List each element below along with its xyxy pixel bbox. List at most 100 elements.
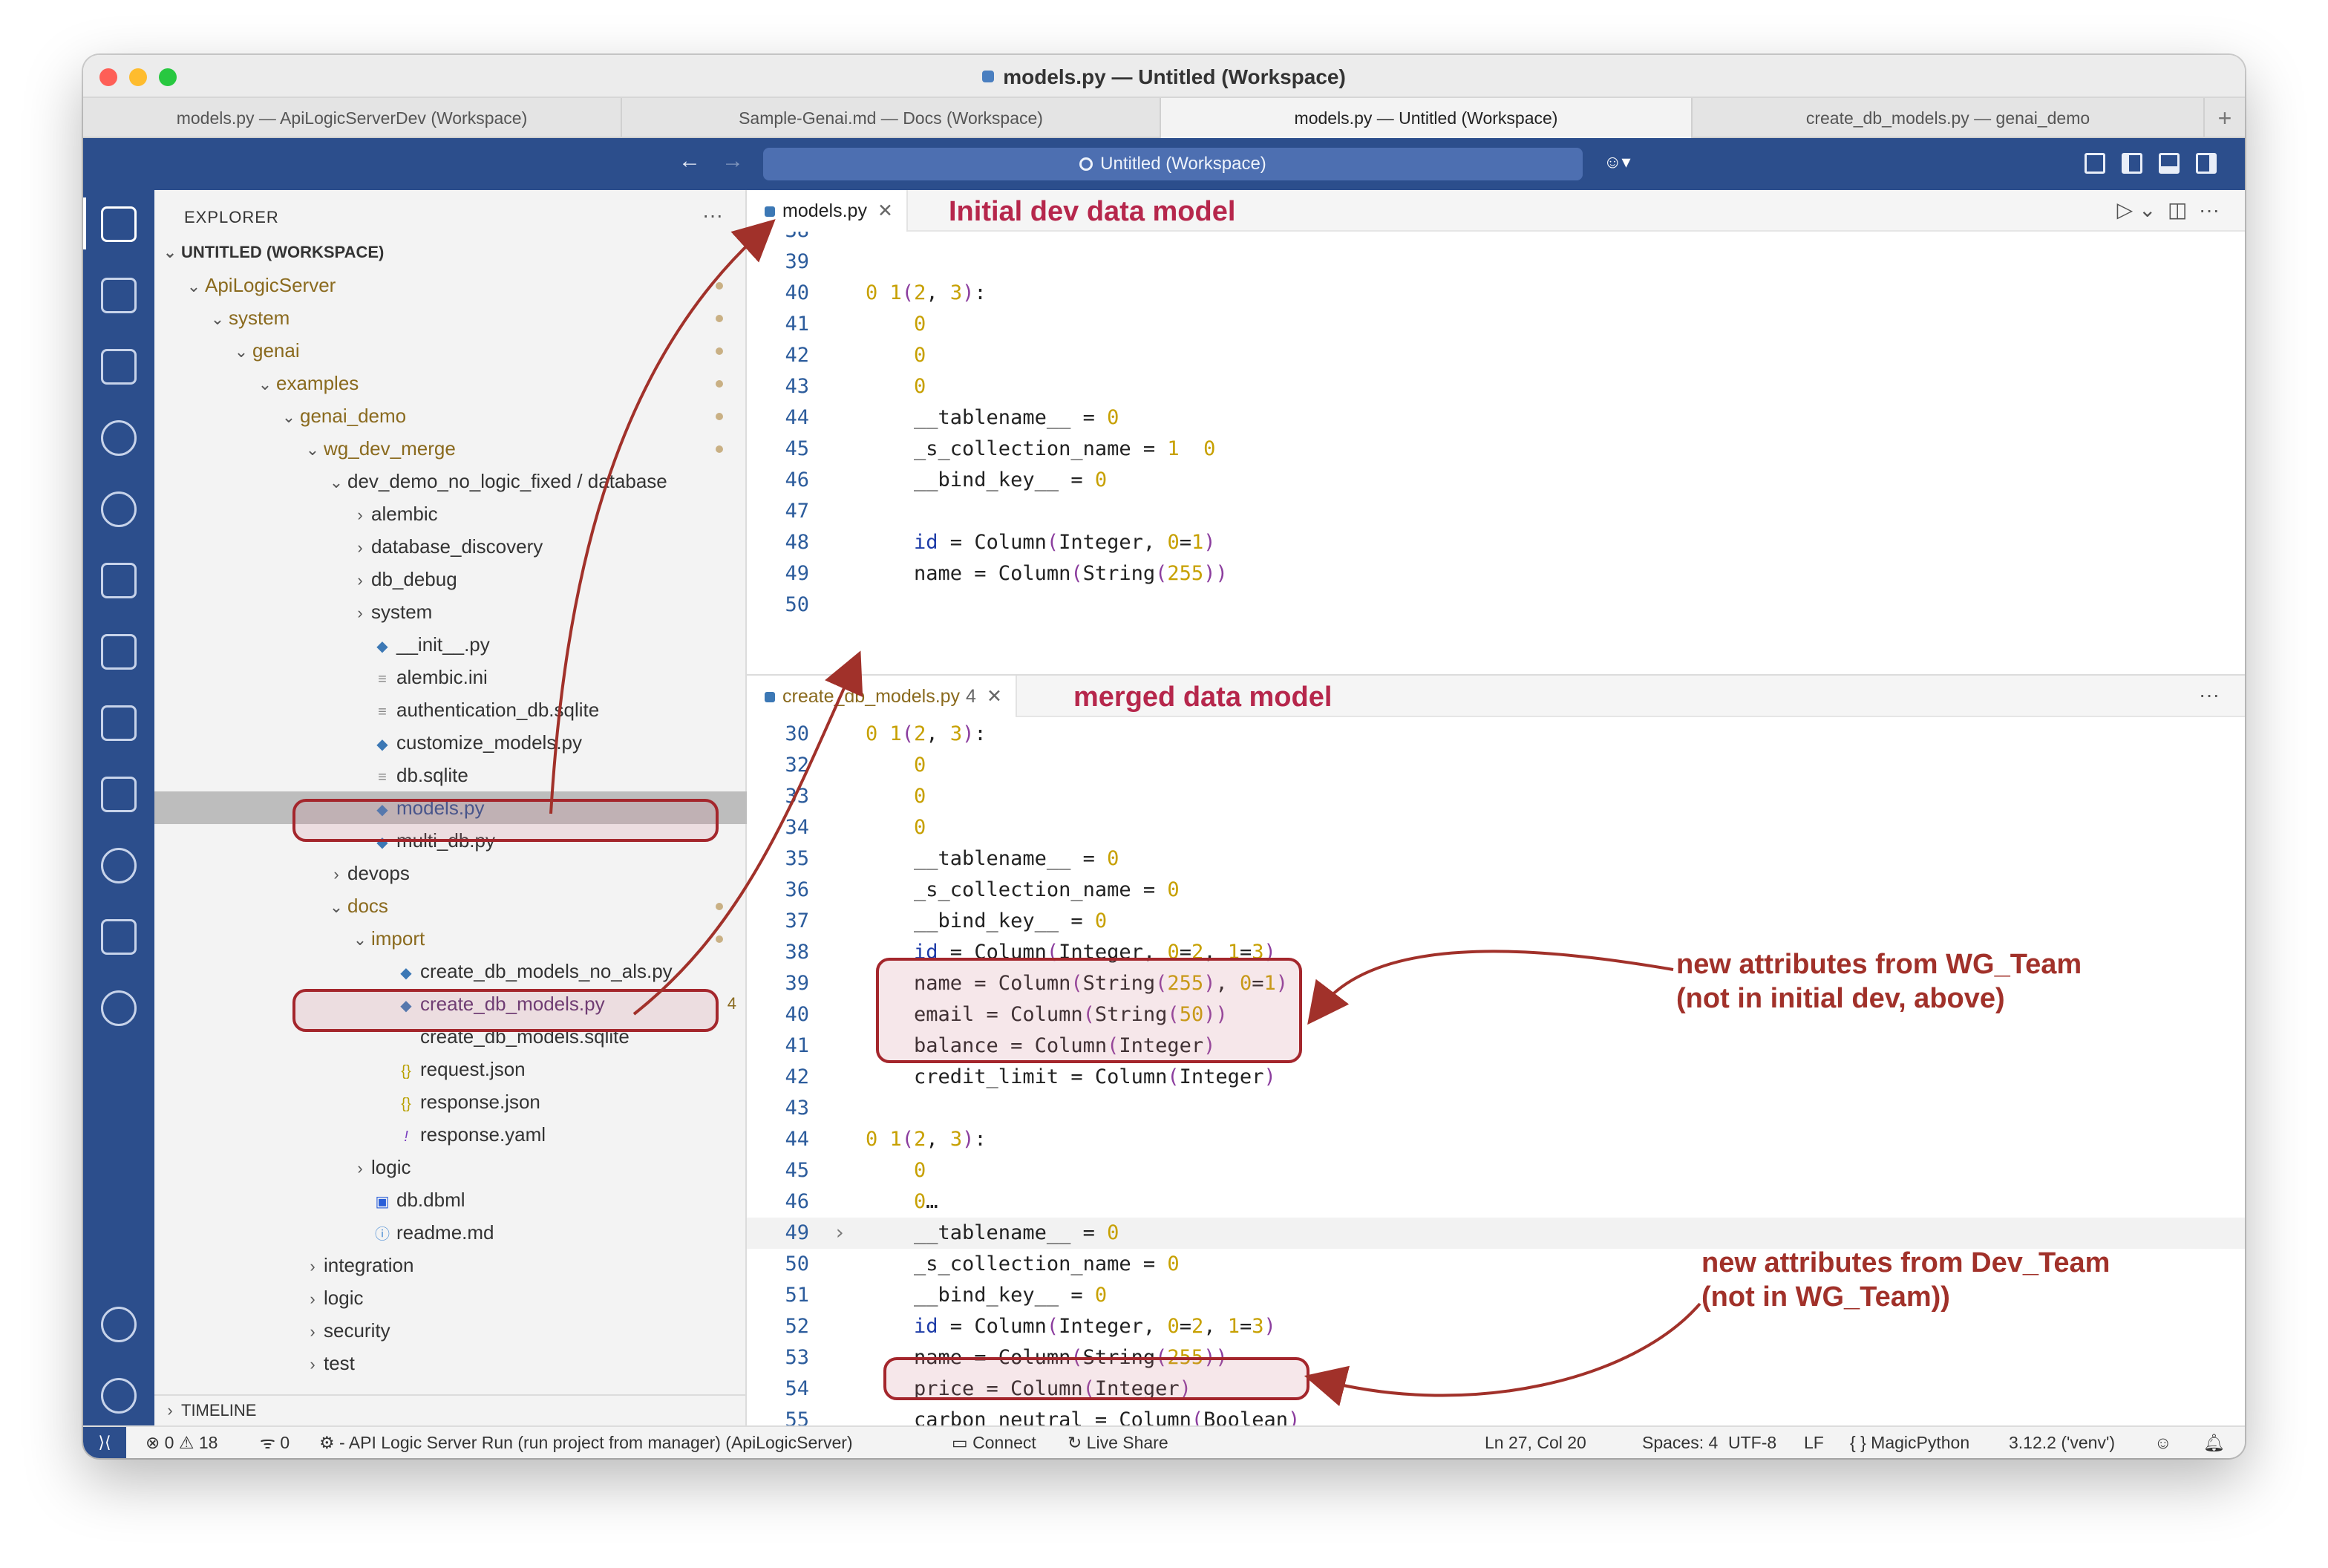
tree-file-item[interactable]: ◆ create_db_models_no_als.py — [154, 955, 747, 987]
chevron-right-icon[interactable]: › — [301, 1250, 324, 1283]
customize-layout-icon[interactable] — [2085, 153, 2105, 174]
code-line[interactable]: 48 id = Column(Integer, 0=1) — [747, 527, 2245, 558]
tree-file-item[interactable]: ◆ __init__.py — [154, 628, 747, 661]
tree-file-item[interactable]: ! response.yaml — [154, 1118, 747, 1151]
tree-folder-item[interactable]: ⌄ examples — [154, 367, 747, 399]
tree-folder-item[interactable]: ⌄ ApiLogicServer — [154, 269, 747, 301]
chevron-right-icon[interactable]: › — [325, 858, 347, 891]
tree-folder-item[interactable]: › system — [154, 595, 747, 628]
tree-folder-item[interactable]: › logic — [154, 1151, 747, 1183]
chevron-right-icon[interactable]: › — [301, 1283, 324, 1316]
tree-folder-item[interactable]: ⌄ genai_demo — [154, 399, 747, 432]
docker-icon[interactable] — [101, 777, 137, 812]
tree-folder-item[interactable]: ⌄ docs — [154, 889, 747, 922]
database-icon[interactable] — [101, 848, 137, 883]
fold-chevron-icon[interactable]: › — [814, 1218, 866, 1249]
tree-file-item[interactable]: ≡ alembic.ini — [154, 661, 747, 693]
copilot-status-icon[interactable]: ☺ — [2154, 1427, 2171, 1458]
github-icon[interactable] — [101, 990, 137, 1026]
manage-gear-icon[interactable] — [101, 1378, 137, 1414]
indentation[interactable]: Spaces: 4 — [1642, 1427, 1718, 1458]
timeline-section[interactable]: › TIMELINE — [154, 1394, 747, 1425]
code-line[interactable]: 45 _s_collection_name = 1 0 — [747, 434, 2245, 465]
tree-folder-item[interactable]: › security — [154, 1314, 747, 1347]
workspace-root[interactable]: ⌄ UNTITLED (WORKSPACE) — [154, 236, 747, 269]
live-share-button[interactable]: ↻ Live Share — [1067, 1427, 1168, 1458]
chevron-down-icon[interactable]: ⌄ — [325, 466, 347, 499]
tree-file-item[interactable]: ≡ authentication_db.sqlite — [154, 693, 747, 726]
chevron-right-icon[interactable]: › — [349, 499, 371, 532]
chevron-right-icon[interactable]: › — [349, 564, 371, 597]
code-line[interactable]: 44 __tablename__ = 0 — [747, 402, 2245, 434]
tree-folder-item[interactable]: › logic — [154, 1281, 747, 1314]
run-debug-icon[interactable] — [101, 278, 137, 313]
problems-indicator[interactable]: ⊗ 0 ⚠ 18 — [146, 1427, 218, 1458]
notifications-bell-icon[interactable]: 🔔︎ — [2203, 1427, 2225, 1458]
tree-folder-item[interactable]: ⌄ system — [154, 301, 747, 334]
tree-folder-item[interactable]: ⌄ import — [154, 922, 747, 955]
tree-file-item[interactable]: {} request.json — [154, 1053, 747, 1085]
chevron-right-icon[interactable]: › — [301, 1348, 324, 1381]
run-config[interactable]: ⚙ - API Logic Server Run (run project fr… — [319, 1427, 853, 1458]
code-line[interactable]: 49 name = Column(String(255)) — [747, 558, 2245, 589]
remote-indicator-icon[interactable]: ⟩⟨ — [83, 1427, 126, 1458]
forward-arrow-icon[interactable]: → — [722, 148, 744, 174]
new-tab-button[interactable]: + — [2205, 98, 2245, 137]
copilot-icon[interactable]: ☺▾ — [1603, 151, 1638, 175]
code-line[interactable]: 46 0… — [747, 1186, 2245, 1218]
code-line[interactable]: 55 carbon_neutral = Column(Boolean) — [747, 1405, 2245, 1425]
tree-file-item[interactable]: ◆ customize_models.py — [154, 726, 747, 759]
tree-file-item[interactable]: ⓘ readme.md — [154, 1216, 747, 1249]
close-tab-icon[interactable]: ✕ — [987, 686, 1002, 707]
code-line[interactable]: 44 0 1(2, 3): — [747, 1124, 2245, 1155]
tree-folder-item[interactable]: ⌄ dev_demo_no_logic_fixed / database — [154, 465, 747, 497]
tree-folder-item[interactable]: › database_discovery — [154, 530, 747, 563]
code-line[interactable]: 42 credit_limit = Column(Integer) — [747, 1062, 2245, 1093]
tree-folder-item[interactable]: › integration — [154, 1249, 747, 1281]
code-line[interactable]: 32 0 — [747, 750, 2245, 781]
remote-explorer-icon[interactable] — [101, 634, 137, 670]
code-line[interactable]: 34 0 — [747, 812, 2245, 843]
chevron-right-icon[interactable]: › — [349, 532, 371, 564]
connect-button[interactable]: ▭ Connect — [952, 1427, 1036, 1458]
extensions-icon[interactable] — [101, 563, 137, 598]
tree-folder-item[interactable]: ⌄ wg_dev_merge — [154, 432, 747, 465]
line-ending[interactable]: LF — [1804, 1427, 1824, 1458]
chevron-down-icon[interactable]: ⌄ — [325, 891, 347, 924]
search-icon[interactable] — [101, 491, 137, 527]
chevron-down-icon[interactable]: ⌄ — [278, 401, 300, 434]
window-tab[interactable]: Sample-Genai.md — Docs (Workspace) — [622, 98, 1161, 138]
tree-folder-item[interactable]: › db_debug — [154, 563, 747, 595]
code-line[interactable]: 41 0 — [747, 309, 2245, 340]
code-line[interactable]: 43 0 — [747, 371, 2245, 402]
code-line[interactable]: 30 0 1(2, 3): — [747, 719, 2245, 750]
code-line[interactable]: 39 — [747, 246, 2245, 278]
chevron-down-icon[interactable]: ⌄ — [183, 270, 205, 303]
tree-folder-item[interactable]: › devops — [154, 857, 747, 889]
window-tab-active[interactable]: models.py — Untitled (Workspace) — [1161, 98, 1693, 138]
code-view-top[interactable]: 3839400 1(2, 3):41 042 043 044 __… — [747, 232, 2245, 674]
explorer-icon[interactable] — [101, 206, 137, 242]
accounts-icon[interactable] — [101, 1307, 137, 1342]
editor-actions[interactable]: ··· — [2199, 683, 2220, 707]
toggle-secondary-sidebar-icon[interactable] — [2196, 153, 2217, 174]
chevron-down-icon[interactable]: ⌄ — [254, 368, 276, 401]
back-arrow-icon[interactable]: ← — [679, 148, 701, 174]
source-control-icon[interactable] — [101, 420, 137, 456]
code-line[interactable]: 42 0 — [747, 340, 2245, 371]
code-line[interactable]: 47 — [747, 496, 2245, 527]
code-line[interactable]: 36 _s_collection_name = 0 — [747, 875, 2245, 906]
tree-folder-item[interactable]: › alembic — [154, 497, 747, 530]
editor-actions[interactable]: ▷ ⌄ ◫ ··· — [2117, 197, 2220, 222]
more-actions-icon[interactable]: ··· — [702, 203, 723, 227]
testing-icon[interactable] — [101, 705, 137, 741]
code-line[interactable]: 38 — [747, 232, 2245, 246]
window-tab[interactable]: models.py — ApiLogicServerDev (Workspace… — [83, 98, 622, 138]
code-line[interactable]: 35 __tablename__ = 0 — [747, 843, 2245, 875]
tree-folder-item[interactable]: › test — [154, 1347, 747, 1379]
window-tab[interactable]: create_db_models.py — genai_demo — [1693, 98, 2205, 138]
chevron-down-icon[interactable]: ⌄ — [301, 434, 324, 466]
code-line[interactable]: 52 id = Column(Integer, 0=2, 1=3) — [747, 1311, 2245, 1342]
ports-indicator[interactable]: ᯤ 0 — [260, 1427, 290, 1458]
code-line[interactable]: 46 __bind_key__ = 0 — [747, 465, 2245, 496]
